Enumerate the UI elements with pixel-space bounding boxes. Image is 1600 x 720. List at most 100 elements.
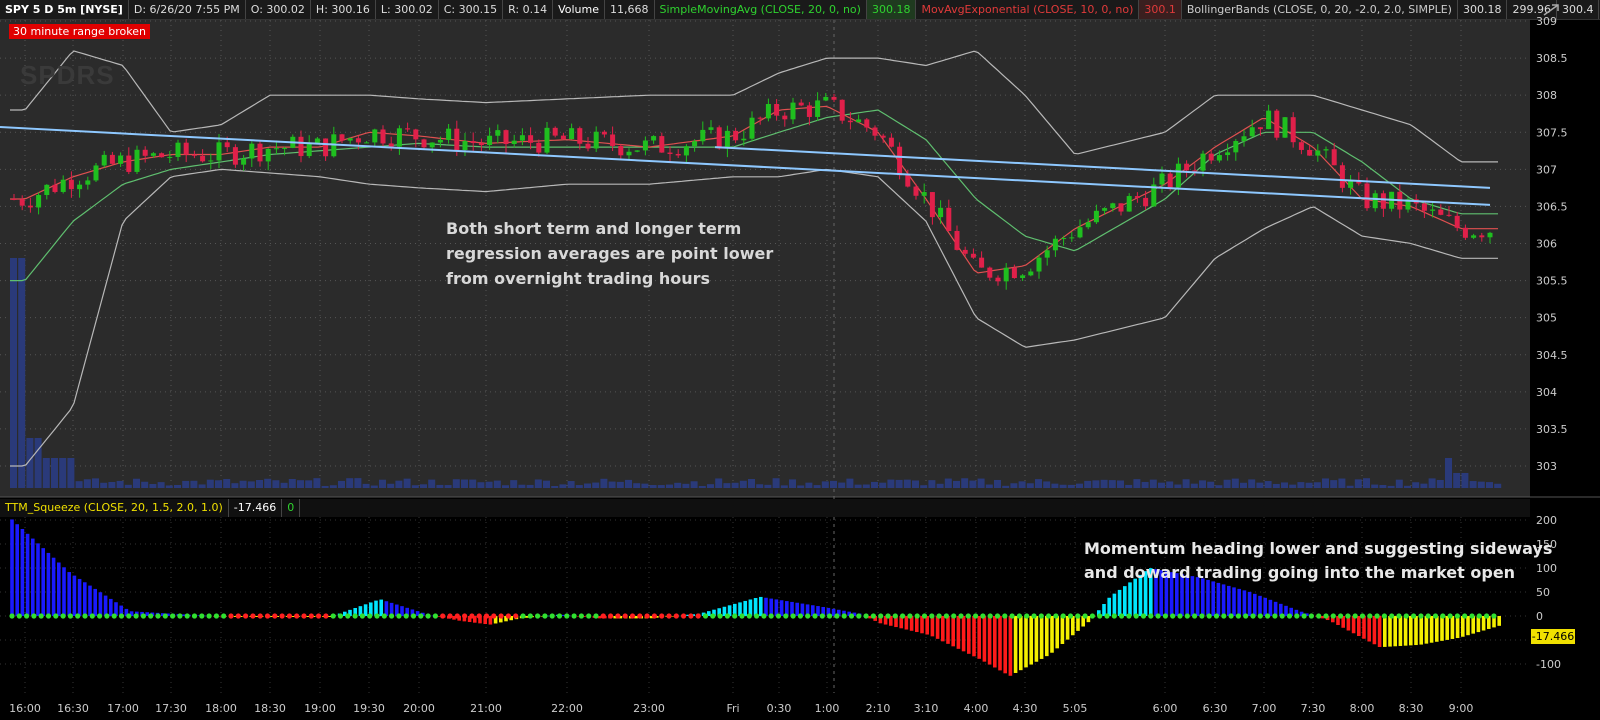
squeeze-dot [1469, 613, 1475, 619]
volume-bar [518, 484, 526, 488]
squeeze-dot [9, 613, 15, 619]
squeeze-dot [221, 613, 227, 619]
squeeze-dot [1009, 613, 1015, 619]
candle-body [241, 158, 247, 165]
squeeze-dot [754, 613, 760, 619]
squeeze-bar [20, 529, 25, 616]
squeeze-dot [746, 613, 752, 619]
volume-bar [493, 480, 501, 488]
squeeze-bar [1071, 616, 1075, 636]
volume-bar [1133, 479, 1141, 488]
squeeze-dot [622, 613, 628, 619]
squeeze-bar [1003, 616, 1007, 674]
time-tick-label: 16:00 [9, 702, 41, 715]
squeeze-dot [1221, 613, 1227, 619]
volume-bar [731, 482, 739, 488]
candle-body [306, 142, 312, 157]
squeeze-bar [925, 616, 929, 635]
candle-body [101, 154, 107, 166]
squeeze-dot [666, 613, 672, 619]
squeeze-dot [140, 613, 146, 619]
candle-body [1323, 149, 1329, 151]
candle-body [1192, 170, 1198, 172]
squeeze-bar [961, 616, 966, 652]
squeeze-bar [930, 616, 935, 637]
volume-bar [936, 483, 944, 488]
volume-bar [862, 484, 870, 488]
candle-body [1020, 275, 1026, 279]
volume-bar [1486, 482, 1493, 488]
volume-bar [789, 479, 796, 488]
squeeze-dot [118, 613, 125, 619]
squeeze-bar [1393, 616, 1397, 647]
squeeze-bar [946, 616, 950, 644]
squeeze-bar [1435, 616, 1439, 642]
squeeze-dot [1038, 613, 1044, 619]
price-tick-label: 304.5 [1536, 349, 1568, 362]
squeeze-bar [1455, 616, 1460, 639]
candle-body [355, 138, 361, 143]
candle-body [1093, 210, 1099, 223]
squeeze-dot [1133, 613, 1139, 619]
squeeze-bar [1221, 584, 1226, 616]
candle-body [462, 141, 468, 150]
squeeze-bar [1461, 616, 1465, 637]
squeeze-dot [89, 613, 95, 619]
time-tick-label: 16:30 [57, 702, 89, 715]
volume-bar [944, 478, 952, 488]
volume-bar [157, 482, 165, 488]
volume-bar [116, 480, 124, 488]
candle-body [569, 128, 575, 140]
squeeze-dot [1199, 613, 1205, 619]
candle-body [503, 130, 509, 145]
squeeze-dot [1075, 613, 1081, 619]
candle-body [93, 165, 99, 181]
volume-bar [1289, 484, 1297, 488]
squeeze-bar [1065, 616, 1070, 640]
squeeze-bar [1117, 589, 1122, 616]
squeeze-dot [374, 613, 380, 619]
alert-label[interactable]: 30 minute range broken [9, 24, 150, 39]
candle-body [273, 148, 279, 150]
candle-body [1208, 153, 1214, 161]
annotation-line: regression averages are point lower [446, 244, 773, 263]
squeeze-dot [1177, 613, 1183, 619]
squeeze-dot [177, 613, 183, 619]
ttm-squeeze-label[interactable]: TTM_Squeeze (CLOSE, 20, 1.5, 2.0, 1.0) [0, 499, 229, 517]
volume-bar [215, 480, 222, 488]
volume-bar [477, 482, 485, 488]
volume-bar [1264, 481, 1272, 488]
volume-bar [206, 479, 214, 488]
squeeze-dot [16, 613, 22, 619]
squeeze-dot [892, 613, 898, 619]
volume-bar [1223, 479, 1231, 488]
candle-body [1118, 203, 1124, 212]
time-tick-label: 19:30 [353, 702, 385, 715]
squeeze-bar [25, 533, 30, 616]
candle-body [257, 143, 263, 162]
volume-bar [362, 483, 370, 488]
squeeze-dot [213, 613, 219, 619]
candle-body [642, 140, 648, 151]
squeeze-bar [1429, 616, 1434, 643]
candle-body [946, 207, 952, 231]
squeeze-dot [1206, 613, 1212, 619]
candle-body [77, 184, 83, 190]
volume-bar [124, 484, 132, 488]
volume-bar [485, 481, 493, 488]
volume-bar [313, 478, 321, 488]
candle-body [68, 179, 74, 190]
squeeze-dot [337, 613, 344, 619]
squeeze-dot [228, 613, 234, 619]
volume-bar [1117, 480, 1124, 488]
squeeze-dot [155, 613, 161, 619]
ttm-squeeze-value: -17.466 [229, 499, 283, 517]
chart-canvas[interactable]: 303 303.5 304 304.5 305 305.5 306 306.5 307 307.5… [0, 0, 1600, 720]
volume-bar [682, 483, 690, 488]
squeeze-bar [109, 598, 113, 616]
squeeze-bar [951, 616, 955, 647]
candle-body [929, 192, 935, 218]
squeeze-dot [1338, 613, 1344, 619]
squeeze-dot [805, 613, 811, 619]
volume-bar [420, 484, 427, 488]
